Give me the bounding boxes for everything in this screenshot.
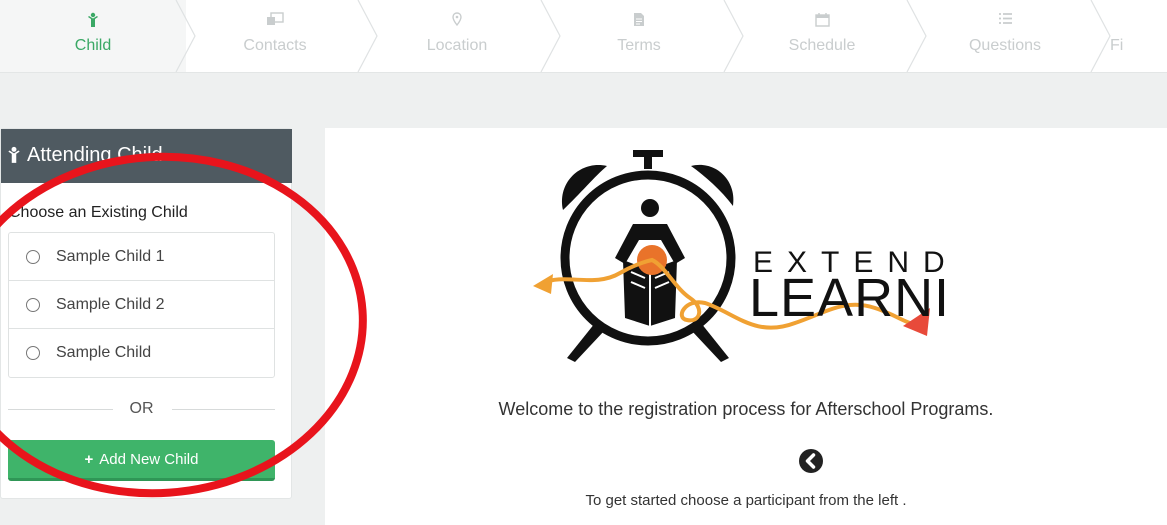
step-finish[interactable]: Fi [1096,0,1167,72]
child-name: Sample Child 1 [56,248,165,265]
list-icon [912,12,1098,30]
logo-word-learning: LEARNING [749,268,945,328]
child-name: Sample Child 2 [56,296,165,313]
radio-button[interactable] [26,346,40,360]
child-options-list: Sample Child 1 Sample Child 2 Sample Chi… [8,232,275,378]
main-content: EXTENDED LEARNING Welcome to the registr… [325,128,1167,525]
step-label: Location [426,37,488,54]
step-questions[interactable]: Questions [912,0,1098,72]
step-child[interactable]: Child [0,0,186,72]
step-label: Questions [968,37,1042,54]
step-location[interactable]: Location [364,0,550,72]
wizard-stepper: Child Contacts Location Terms Schedule Q… [0,0,1167,73]
step-terms[interactable]: Terms [546,0,732,72]
step-contacts[interactable]: Contacts [182,0,368,72]
calendar-icon [729,12,915,30]
or-divider: OR [8,399,275,419]
clock-leg-right [691,323,729,362]
child-icon [7,146,21,170]
step-label: Schedule [788,37,856,54]
child-option[interactable]: Sample Child 1 [9,233,274,281]
extended-learning-logo: EXTENDED LEARNING [533,150,945,362]
step-label: Child [74,37,112,54]
child-icon [0,12,186,30]
welcome-text: Welcome to the registration process for … [498,399,994,419]
radio-button[interactable] [26,298,40,312]
divider-line [172,409,275,410]
add-button-label: Add New Child [99,450,199,468]
radio-button[interactable] [26,250,40,264]
panel-title: Attending Child [27,144,163,166]
reader-head [641,199,659,217]
chevron-circle-left-icon[interactable] [798,448,824,474]
step-schedule[interactable]: Schedule [729,0,915,72]
child-name: Sample Child [56,344,152,361]
contacts-icon [182,12,368,30]
panel-header: Attending Child [1,129,292,183]
step-label: Fi [1110,37,1124,54]
child-option[interactable]: Sample Child 2 [9,281,274,329]
add-new-child-button[interactable]: + Add New Child [8,440,275,481]
choose-existing-label: Choose an Existing Child [9,204,188,221]
arrow-left [533,274,553,294]
plus-icon: + [84,450,94,468]
step-label: Terms [617,37,661,54]
document-icon [546,12,732,30]
instruction-text: To get started choose a participant from… [585,492,907,509]
attending-child-panel: Attending Child Choose an Existing Child… [0,128,292,499]
step-label: Contacts [243,37,307,54]
knob-top [633,150,663,157]
child-option[interactable]: Sample Child [9,329,274,377]
clock-leg-left [567,323,605,362]
map-pin-icon [364,12,550,30]
knob-stem [644,157,652,169]
